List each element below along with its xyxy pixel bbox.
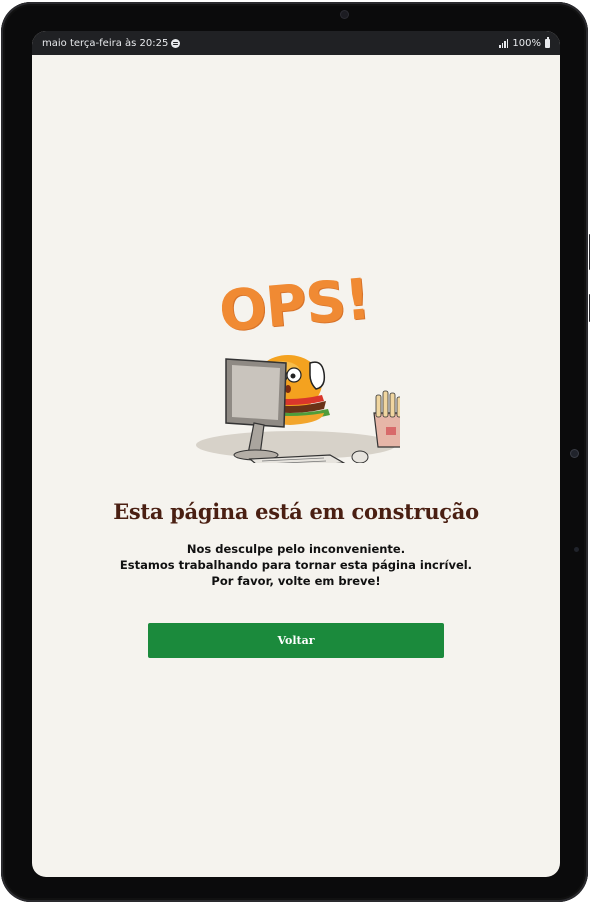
status-right: 100% xyxy=(499,37,550,49)
side-sensor-small xyxy=(574,547,579,552)
message-line-3: Por favor, volte em breve! xyxy=(211,574,381,588)
screen: maio terça-feira às 20:25 100% OPS! Esta… xyxy=(32,31,560,877)
back-button[interactable]: Voltar xyxy=(148,623,444,658)
status-bar: maio terça-feira às 20:25 100% xyxy=(32,31,560,55)
front-camera xyxy=(341,11,348,18)
battery-icon xyxy=(545,37,550,48)
page-headline: Esta página está em construção xyxy=(113,499,479,524)
page-content: OPS! Esta página está em construção Nos … xyxy=(32,55,560,877)
ops-graphic-text: OPS! xyxy=(216,266,373,345)
signal-icon xyxy=(499,38,509,48)
message-line-1: Nos desculpe pelo inconveniente. xyxy=(186,542,406,556)
burger-at-computer-illustration xyxy=(196,355,400,463)
tablet-frame: maio terça-feira às 20:25 100% OPS! Esta… xyxy=(1,2,590,902)
spotify-icon xyxy=(171,38,181,48)
status-left: maio terça-feira às 20:25 xyxy=(42,37,181,49)
battery-percent: 100% xyxy=(512,37,541,49)
side-sensor xyxy=(571,450,578,457)
status-time: maio terça-feira às 20:25 xyxy=(42,37,169,49)
apology-message: Nos desculpe pelo inconveniente. Estamos… xyxy=(32,541,560,589)
message-line-2: Estamos trabalhando para tornar esta pág… xyxy=(119,558,473,572)
